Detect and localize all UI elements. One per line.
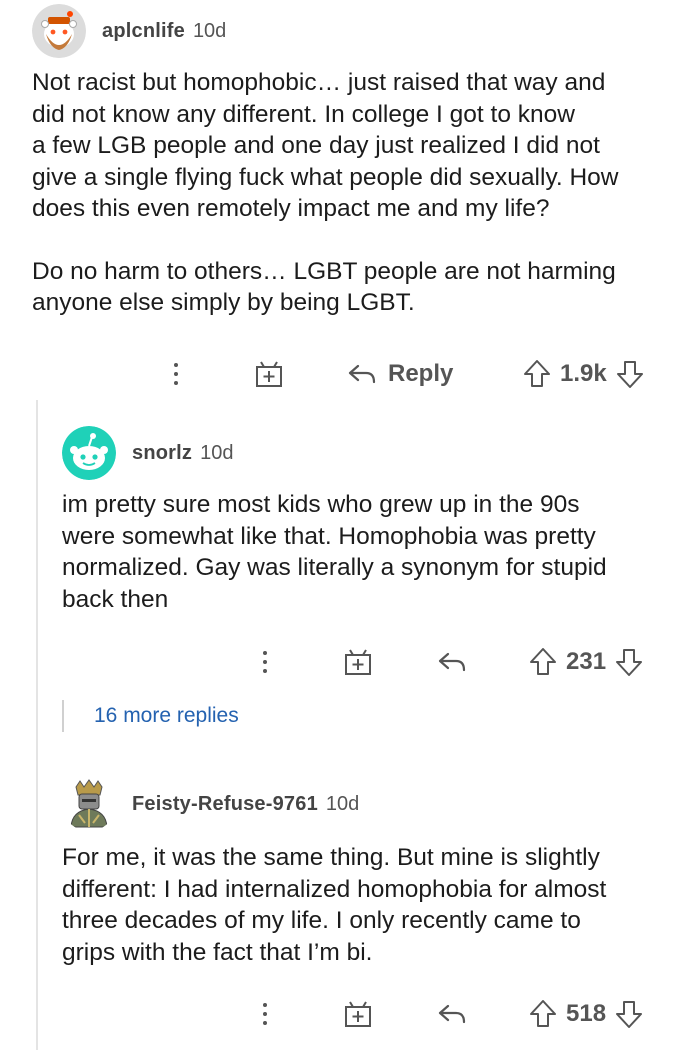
vote-count: 1.9k — [560, 360, 607, 387]
vote-controls: 518 — [528, 994, 644, 1034]
award-icon — [345, 649, 371, 675]
vote-count: 231 — [566, 648, 607, 675]
upvote-icon[interactable] — [528, 998, 558, 1030]
comment-actions: 231 — [0, 642, 700, 682]
reply-icon — [438, 652, 466, 672]
reply-button[interactable] — [436, 994, 468, 1034]
knight-avatar-icon — [62, 777, 116, 831]
comment-header: Feisty-Refuse-9761 10d — [62, 777, 359, 831]
comment-paragraph: im pretty sure most kids who grew up in … — [62, 491, 607, 613]
upvote-icon[interactable] — [528, 646, 558, 678]
more-options-button[interactable] — [255, 642, 275, 682]
more-replies-link[interactable]: 16 more replies — [94, 704, 239, 728]
reply-button[interactable]: Reply — [346, 354, 453, 394]
award-icon — [256, 361, 282, 387]
downvote-icon[interactable] — [614, 646, 644, 678]
reply-button[interactable] — [436, 642, 468, 682]
award-button[interactable] — [342, 642, 374, 682]
upvote-icon[interactable] — [522, 358, 552, 390]
reply-icon — [348, 364, 376, 384]
comment-aplcnlife: aplcnlife 10d Not racist but homophobic…… — [0, 0, 700, 400]
downvote-icon[interactable] — [615, 358, 645, 390]
thread-line — [36, 400, 38, 1050]
comment-age: 10d — [192, 19, 227, 42]
more-options-icon — [263, 651, 267, 673]
reply-label: Reply — [388, 360, 454, 387]
downvote-icon[interactable] — [614, 998, 644, 1030]
avatar[interactable] — [62, 777, 116, 831]
more-replies-bar — [62, 700, 64, 732]
comment-age: 10d — [325, 792, 360, 815]
vote-controls: 1.9k — [522, 354, 645, 394]
vote-controls: 231 — [528, 642, 644, 682]
comment-age: 10d — [200, 441, 234, 464]
award-button[interactable] — [253, 354, 285, 394]
comment-paragraph: For me, it was the same thing. But mine … — [62, 844, 607, 966]
username[interactable]: aplcnlife — [102, 20, 185, 43]
comment-header: aplcnlife 10d — [32, 4, 226, 58]
comment-header: snorlz 10d — [62, 426, 233, 480]
more-options-button[interactable] — [166, 354, 186, 394]
award-icon — [345, 1001, 371, 1027]
comment-actions: Reply 1.9k — [0, 354, 700, 394]
avatar[interactable] — [62, 426, 116, 480]
comment-body: For me, it was the same thing. But mine … — [62, 842, 692, 968]
more-options-icon — [263, 1003, 267, 1025]
snoo-avatar-icon — [32, 4, 86, 58]
more-options-button[interactable] — [255, 994, 275, 1034]
comment-actions: 518 — [0, 994, 700, 1034]
reply-icon — [438, 1004, 466, 1024]
more-options-icon — [174, 363, 178, 385]
comment-body: im pretty sure most kids who grew up in … — [62, 489, 692, 615]
username[interactable]: snorlz — [132, 442, 192, 465]
comment-body: Not racist but homophobic… just raised t… — [32, 67, 692, 319]
comment-paragraph: Do no harm to others… LGBT people are no… — [32, 257, 616, 317]
avatar[interactable] — [32, 4, 86, 58]
vote-count: 518 — [566, 1000, 607, 1027]
username[interactable]: Feisty-Refuse-9761 — [132, 793, 318, 816]
comment-paragraph: Not racist but homophobic… just raised t… — [32, 69, 619, 222]
award-button[interactable] — [342, 994, 374, 1034]
snoo-avatar-icon — [62, 426, 116, 480]
